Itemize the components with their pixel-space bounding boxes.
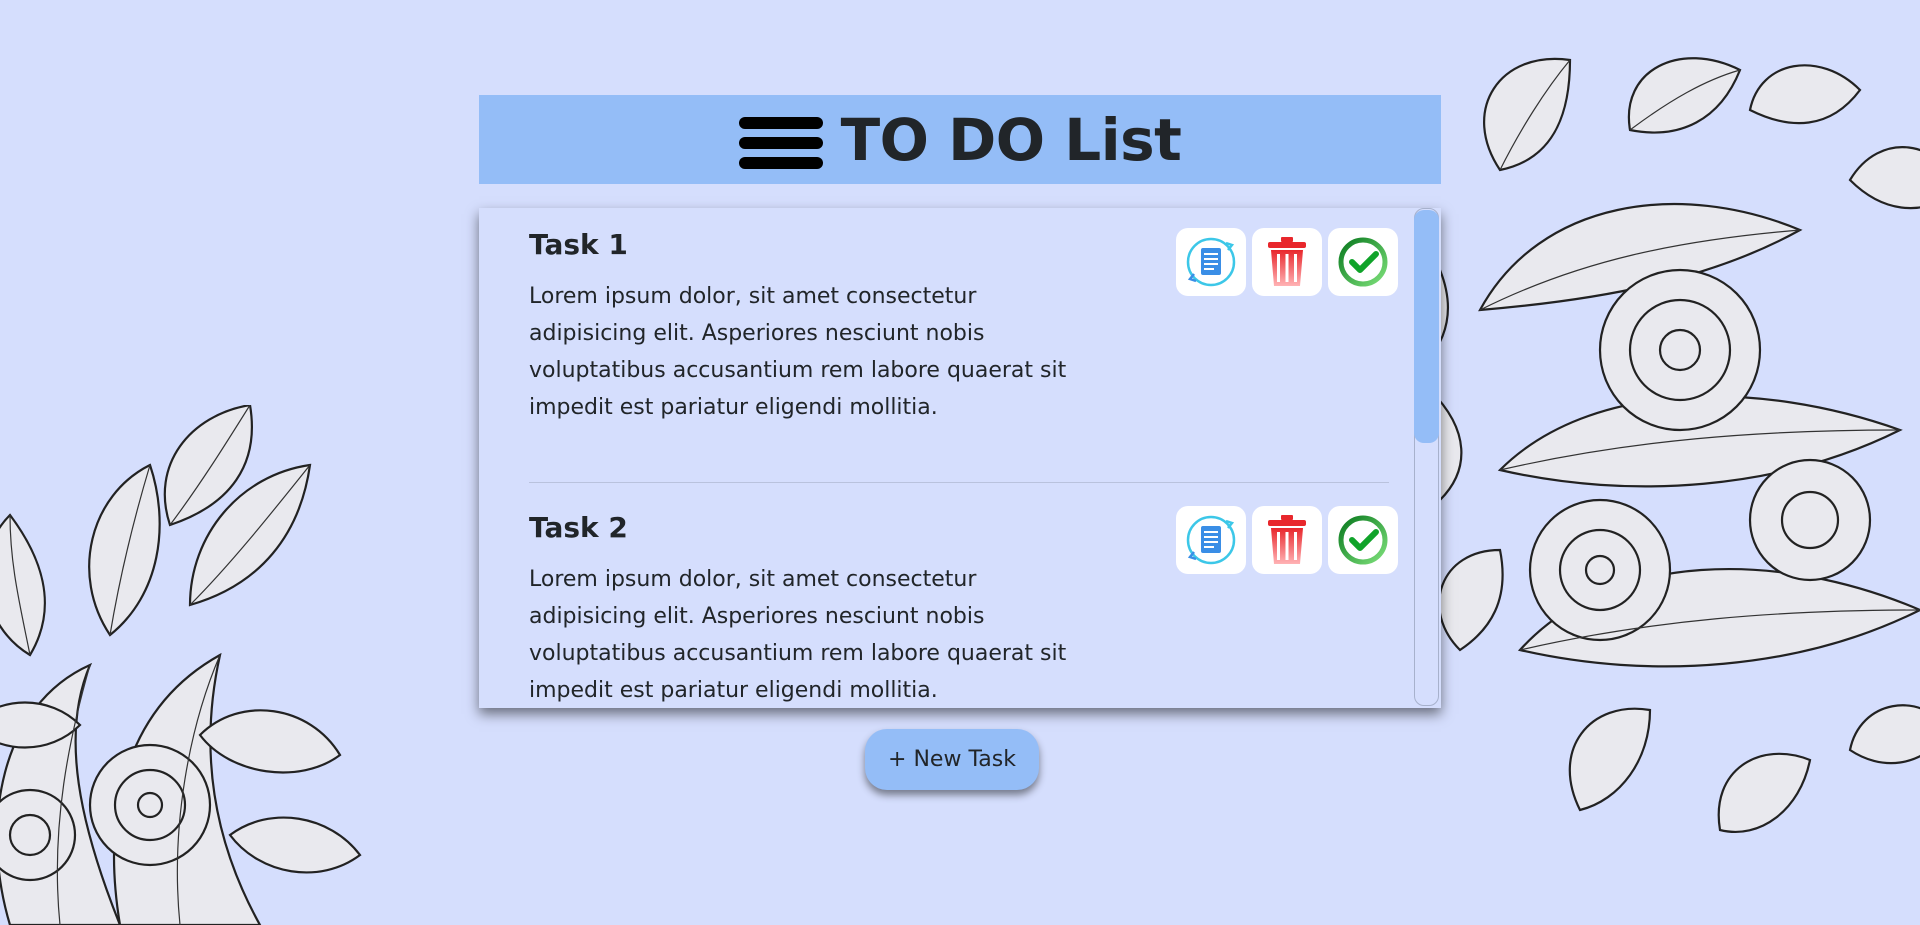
task-title: Task 1 — [529, 228, 628, 261]
delete-task-button[interactable] — [1252, 506, 1322, 574]
delete-task-button[interactable] — [1252, 228, 1322, 296]
scrollbar-thumb[interactable] — [1414, 210, 1439, 443]
edit-task-button[interactable] — [1176, 228, 1246, 296]
task-actions — [1176, 228, 1398, 296]
complete-task-button[interactable] — [1328, 506, 1398, 574]
new-task-button[interactable]: + New Task — [865, 729, 1039, 790]
floral-decoration-left — [0, 405, 362, 925]
app-header: TO DO List — [479, 95, 1441, 184]
task-description: Lorem ipsum dolor, sit amet consectetur … — [529, 567, 1067, 703]
hamburger-menu-icon[interactable] — [738, 115, 823, 171]
check-circle-icon — [1338, 237, 1388, 287]
task-list: Task 1 Lorem ipsum dolor, sit amet conse… — [529, 208, 1398, 708]
task-title: Task 2 — [529, 511, 628, 544]
edit-task-button[interactable] — [1176, 506, 1246, 574]
floral-decoration-right — [1380, 57, 1920, 833]
edit-document-icon — [1186, 237, 1236, 287]
trash-icon — [1268, 237, 1306, 286]
page-title: TO DO List — [840, 105, 1182, 174]
scrollbar[interactable] — [1414, 208, 1439, 708]
task-item: Task 1 Lorem ipsum dolor, sit amet conse… — [529, 208, 1398, 482]
task-description: Lorem ipsum dolor, sit amet consectetur … — [529, 284, 1067, 420]
check-circle-icon — [1338, 515, 1388, 565]
task-list-panel[interactable]: Task 1 Lorem ipsum dolor, sit amet conse… — [479, 208, 1441, 708]
complete-task-button[interactable] — [1328, 228, 1398, 296]
trash-icon — [1268, 515, 1306, 564]
task-item: Task 2 Lorem ipsum dolor, sit amet conse… — [529, 482, 1398, 708]
edit-document-icon — [1186, 515, 1236, 565]
task-actions — [1176, 506, 1398, 574]
